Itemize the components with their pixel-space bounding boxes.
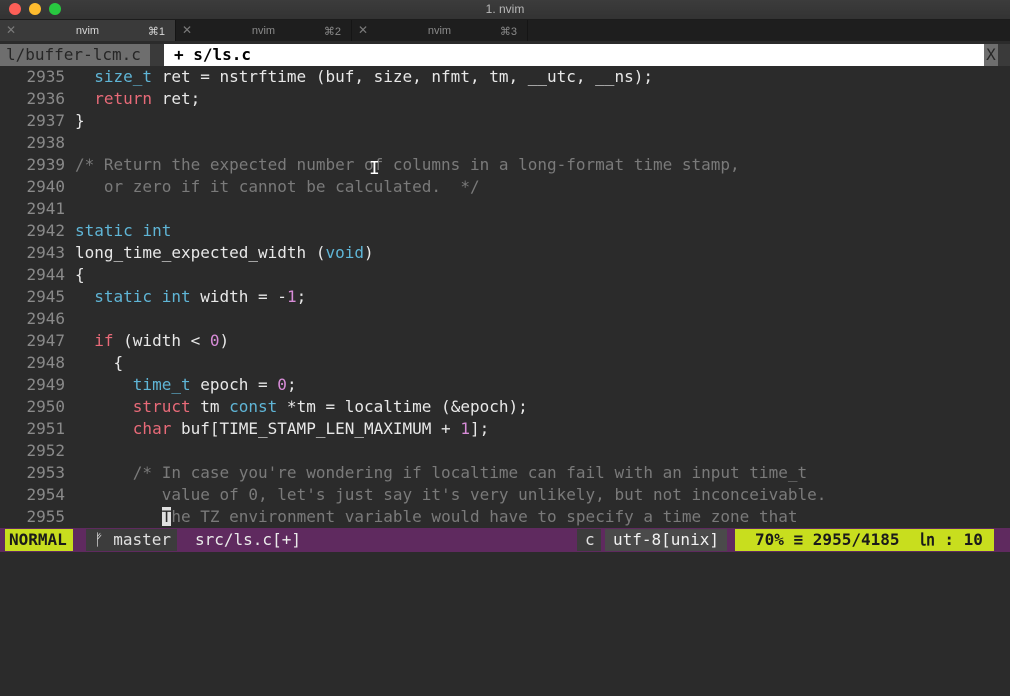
terminal-tab-3[interactable]: ✕ nvim ⌘3 bbox=[352, 20, 528, 41]
vim-tab-ls[interactable]: + s/ls.c bbox=[164, 44, 984, 66]
line-number: 2949 bbox=[26, 375, 65, 394]
terminal-tab-shortcut: ⌘2 bbox=[323, 26, 341, 38]
line-number: 2952 bbox=[26, 441, 65, 460]
vim-tabline: l/buffer-lcm.c + s/ls.c X bbox=[0, 44, 1010, 66]
code-text: { bbox=[75, 353, 124, 372]
code-text: struct tm const *tm = localtime (&epoch)… bbox=[132, 397, 528, 416]
line-number: 2953 bbox=[26, 463, 65, 482]
line-number: 2943 bbox=[26, 243, 65, 262]
code-line[interactable]: 2950 struct tm const *tm = localtime (&e… bbox=[0, 396, 1010, 418]
mode-indicator: NORMAL bbox=[5, 529, 73, 551]
code-line[interactable]: 2936 return ret; bbox=[0, 88, 1010, 110]
line-number: 2938 bbox=[26, 133, 65, 152]
line-number: 2945 bbox=[26, 287, 65, 306]
line-number: 2951 bbox=[26, 419, 65, 438]
status-filename: src/ls.c[+] bbox=[195, 530, 301, 549]
code-text: char buf[TIME_STAMP_LEN_MAXIMUM + 1]; bbox=[132, 419, 490, 438]
code-line[interactable]: 2953 /* In case you're wondering if loca… bbox=[0, 462, 1010, 484]
code-line[interactable]: 2942 static int bbox=[0, 220, 1010, 242]
text-cursor-icon: I bbox=[369, 158, 380, 179]
code-text: long_time_expected_width (void) bbox=[75, 243, 374, 262]
line-number: 2944 bbox=[26, 265, 65, 284]
git-branch: ᚠ master bbox=[86, 529, 178, 551]
vim-statusline: NORMAL ᚠ master src/ls.c[+] c utf-8[unix… bbox=[0, 528, 1010, 552]
code-text: { bbox=[75, 265, 85, 284]
code-line[interactable]: 2940 or zero if it cannot be calculated.… bbox=[0, 176, 1010, 198]
vim-tab-close-button[interactable]: X bbox=[984, 44, 998, 66]
code-line[interactable]: 2939 /* Return the expected number of col… bbox=[0, 154, 1010, 176]
window-title: 1. nvim bbox=[485, 2, 525, 16]
encoding-indicator: utf-8[unix] bbox=[605, 529, 727, 551]
line-number: 2936 bbox=[26, 89, 65, 108]
line-number: 2950 bbox=[26, 397, 65, 416]
code-text: value of 0, let's just say it's very unl… bbox=[161, 485, 827, 504]
terminal-tab-1[interactable]: ✕ nvim ⌘1 bbox=[0, 20, 176, 41]
code-line[interactable]: 2945 static int width = -1; bbox=[0, 286, 1010, 308]
code-text: } bbox=[75, 111, 85, 130]
terminal-tab-bar: ✕ nvim ⌘1 ✕ nvim ⌘2 ✕ nvim ⌘3 bbox=[0, 20, 1010, 41]
code-line[interactable]: 2938 bbox=[0, 132, 1010, 154]
line-number: 2948 bbox=[26, 353, 65, 372]
line-number: 2937 bbox=[26, 111, 65, 130]
code-text: The TZ environment variable would have t… bbox=[161, 507, 798, 526]
code-line[interactable]: 2948 { bbox=[0, 352, 1010, 374]
line-number: 2941 bbox=[26, 199, 65, 218]
code-line[interactable]: 2935 size_t ret = nstrftime (buf, size, … bbox=[0, 66, 1010, 88]
terminal-tab-shortcut: ⌘1 bbox=[147, 26, 165, 38]
code-line[interactable]: 2954 value of 0, let's just say it's ver… bbox=[0, 484, 1010, 506]
code-line[interactable]: 2952 bbox=[0, 440, 1010, 462]
code-text: if (width < 0) bbox=[94, 331, 230, 350]
code-line[interactable]: 2943 long_time_expected_width (void) bbox=[0, 242, 1010, 264]
code-line[interactable]: 2937} bbox=[0, 110, 1010, 132]
window-titlebar: 1. nvim bbox=[0, 0, 1010, 20]
line-number: 2947 bbox=[26, 331, 65, 350]
line-number: 2935 bbox=[26, 67, 65, 86]
code-line[interactable]: 2949 time_t epoch = 0; bbox=[0, 374, 1010, 396]
code-line[interactable]: 2951 char buf[TIME_STAMP_LEN_MAXIMUM + 1… bbox=[0, 418, 1010, 440]
code-text: time_t epoch = 0; bbox=[132, 375, 297, 394]
code-text: return ret; bbox=[94, 89, 201, 108]
code-text: static int width = -1; bbox=[94, 287, 307, 306]
code-line[interactable]: 2955 The TZ environment variable would h… bbox=[0, 506, 1010, 528]
line-number: 2955 bbox=[26, 507, 65, 526]
code-line[interactable]: 2944 { bbox=[0, 264, 1010, 286]
terminal-tab-2[interactable]: ✕ nvim ⌘2 bbox=[176, 20, 352, 41]
vim-tab-buffer-lcm[interactable]: l/buffer-lcm.c bbox=[0, 44, 150, 66]
code-text: /* In case you're wondering if localtime… bbox=[132, 463, 808, 482]
code-line[interactable]: 2941 bbox=[0, 198, 1010, 220]
line-number: 2946 bbox=[26, 309, 65, 328]
command-line[interactable] bbox=[0, 552, 1010, 574]
cursor-position: 70% ≡ 2955/4185 ㏑ : 10 bbox=[735, 529, 994, 551]
line-number: 2942 bbox=[26, 221, 65, 240]
code-text: static int bbox=[75, 221, 172, 240]
code-text: or zero if it cannot be calculated. */ bbox=[75, 177, 480, 196]
code-text: /* Return the expected number of columns… bbox=[75, 155, 740, 174]
code-editor[interactable]: 2935 size_t ret = nstrftime (buf, size, … bbox=[0, 66, 1010, 528]
vim-tab-ls-label: + s/ls.c bbox=[174, 45, 252, 64]
code-text: size_t ret = nstrftime (buf, size, nfmt,… bbox=[94, 67, 653, 86]
filetype-indicator: c bbox=[577, 529, 601, 551]
code-line[interactable]: 2947 if (width < 0) bbox=[0, 330, 1010, 352]
line-number: 2954 bbox=[26, 485, 65, 504]
line-number: 2939 bbox=[26, 155, 65, 174]
terminal-tab-shortcut: ⌘3 bbox=[499, 26, 517, 38]
code-line[interactable]: 2946 bbox=[0, 308, 1010, 330]
line-number: 2940 bbox=[26, 177, 65, 196]
